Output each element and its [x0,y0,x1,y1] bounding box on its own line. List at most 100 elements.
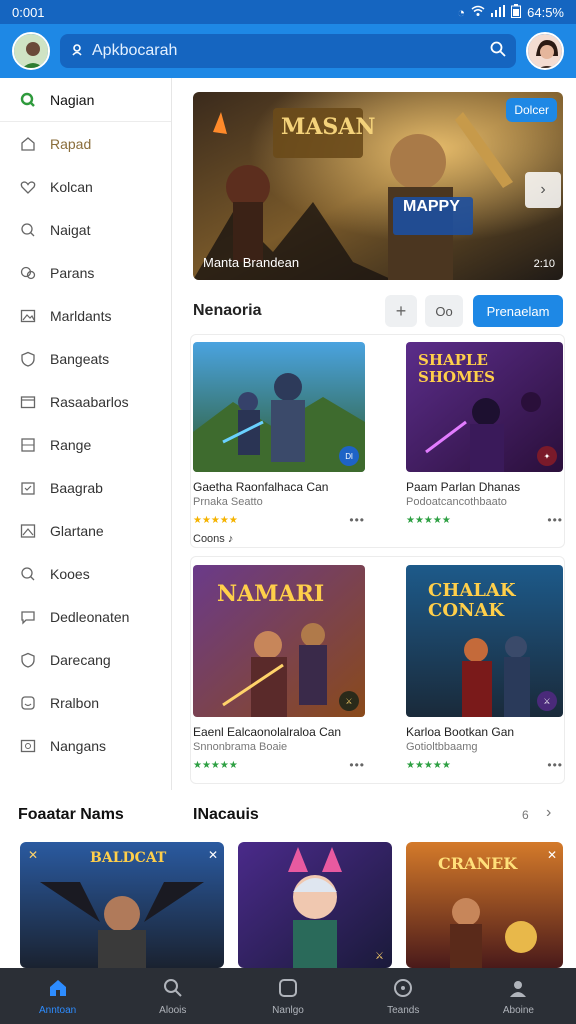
tab-label: Nanlgo [272,1004,304,1016]
section-title: Nenaoria [193,302,262,319]
sidebar-item-label: Baagrab [50,479,103,496]
tab-search[interactable]: Aloois [115,968,230,1024]
folder-icon [20,394,36,410]
primary-button[interactable]: Prenaelam [473,295,563,327]
more-icon[interactable]: ••• [547,758,563,772]
featured-card[interactable]: BALDCAT ✕ ✕ [20,842,224,968]
rating-stars: ★★★★★ [406,759,451,771]
sidebar-item-label: Rralbon [50,694,100,711]
image-icon [20,308,36,324]
badge-icon: ⚔ [375,951,384,962]
circle-icon [392,977,414,1002]
search-icon[interactable] [490,41,506,62]
more-icon[interactable]: ••• [547,513,563,527]
hero-banner[interactable]: MASAN MAPPY Dolcer › Manta Brandean 2:10 [193,92,563,280]
sidebar-item-kooes[interactable]: Kooes [0,552,171,595]
sidebar-item-label: Darecang [50,651,111,668]
tab-trends[interactable]: Teands [346,968,461,1024]
game-extra: Coons ♪ [193,533,234,545]
search-icon [20,92,36,108]
add-button[interactable]: + [385,295,417,327]
chat-icon [20,265,36,281]
square-icon [277,977,299,1002]
search-bar[interactable]: Apkbocarah [60,34,516,68]
tab-library[interactable]: Nanlgo [230,968,345,1024]
game-title: Paam Parlan Dhanas [406,480,521,494]
sidebar-item-rapad[interactable]: Rapad [0,122,171,165]
clock: 0:001 [12,4,45,20]
featured-card[interactable]: CRANEK ✕ [406,842,563,968]
sidebar-item-baagrab[interactable]: Baagrab [0,466,171,509]
tab-label: Anntoan [38,1004,77,1016]
game-thumbnail: NAMARI ⚔ [193,565,365,717]
profile-avatar[interactable] [12,32,50,70]
sidebar-item-naigat[interactable]: Naigat [0,208,171,251]
featured-card[interactable]: ⚔ [238,842,392,968]
sidebar-item-rasaabarlos[interactable]: Rasaabarlos [0,380,171,423]
sidebar-item-parans[interactable]: Parans [0,251,171,294]
game-card[interactable]: NAMARI ⚔ Eaenl Ealcaonolalraloa Can Snno… [193,565,365,772]
more-icon[interactable]: ••• [349,758,365,772]
game-thumbnail: SHAPLE SHOMES ✦ [406,342,563,472]
more-icon[interactable]: ••• [349,513,365,527]
sidebar-item-nangans[interactable]: Nangans [0,724,171,767]
shield-icon [20,351,36,367]
sidebar-item-label: Kolcan [50,178,93,195]
game-card[interactable]: SHAPLE SHOMES ✦ Paam Parlan Dhanas Podoa… [406,342,563,527]
rating-stars: ★★★★★ [193,514,238,526]
sidebar-item-rralbon[interactable]: Rralbon [0,681,171,724]
sidebar-item-nagian[interactable]: Nagian [0,78,171,121]
tab-profile[interactable]: Aboine [461,968,576,1024]
close-icon[interactable]: ✕ [208,848,218,862]
hero-caption: Manta Brandean [203,255,300,270]
rating-stars: ★★★★★ [193,759,238,771]
game-card[interactable]: CHALAK CONAK ⚔ Karloa Bootkan Gan Gotiol… [406,565,563,772]
image-icon [20,738,36,754]
sidebar-item-bangeats[interactable]: Bangeats [0,337,171,380]
sidebar-item-label: Naigat [50,221,91,238]
user-avatar[interactable] [526,32,564,70]
badge-icon: ⚔ [537,691,557,711]
game-title: Eaenl Ealcaonolalraloa Can [193,725,342,739]
hero-badge[interactable]: Dolcer [506,98,557,122]
sidebar-item-label: Marldants [50,307,112,324]
game-title: Gaetha Raonfalhaca Can [193,480,329,494]
sidebar-item-label: Bangeats [50,350,110,367]
sidebar-item-dedleonaten[interactable]: Dedleonaten [0,595,171,638]
hero-sub-logo: MAPPY [403,198,460,215]
sidebar-item-label: Nagian [50,91,95,108]
shield-icon [20,652,36,668]
hero-duration: 2:10 [533,258,555,270]
search-input[interactable]: Apkbocarah [92,42,482,60]
featured-logo: CRANEK [438,854,518,873]
sidebar-item-label: Rapad [50,135,92,152]
smile-icon [20,695,36,711]
search-icon [20,222,36,238]
toggle-button[interactable]: Oo [425,295,463,327]
sword-icon: ✕ [28,848,39,862]
featured-logo: BALDCAT [90,850,167,866]
signal-icon [491,4,506,20]
sidebar-item-label: Kooes [50,565,90,582]
badge-icon: ✦ [537,446,557,466]
sidebar-item-darecang[interactable]: Darecang [0,638,171,681]
game-thumbnail: CHALAK CONAK ⚔ [406,565,563,717]
sidebar-item-label: Rasaabarlos [50,393,129,410]
sidebar-item-kolcan[interactable]: Kolcan [0,165,171,208]
sidebar-item-glartane[interactable]: Glartane [0,509,171,552]
next-arrow-icon[interactable]: › [525,172,561,208]
hero-logo: MASAN [281,114,376,140]
search-icon [20,566,36,582]
sidebar-item-marldants[interactable]: Marldants [0,294,171,337]
battery-level: 64:5% [527,4,564,20]
game-card[interactable]: Dl Gaetha Raonfalhaca Can Prnaka Seatto … [193,342,365,545]
sidebar-item-range[interactable]: Range [0,423,171,466]
game-logo: SHAPLE SHOMES [418,351,495,386]
tab-home[interactable]: Anntoan [0,968,115,1024]
close-icon[interactable]: ✕ [547,848,557,862]
section-title: INacauis [193,806,259,823]
sync-icon: ◔ [457,4,466,20]
grid-icon [20,437,36,453]
tab-label: Aboine [502,1004,534,1016]
chevron-right-icon[interactable]: › [546,804,551,822]
